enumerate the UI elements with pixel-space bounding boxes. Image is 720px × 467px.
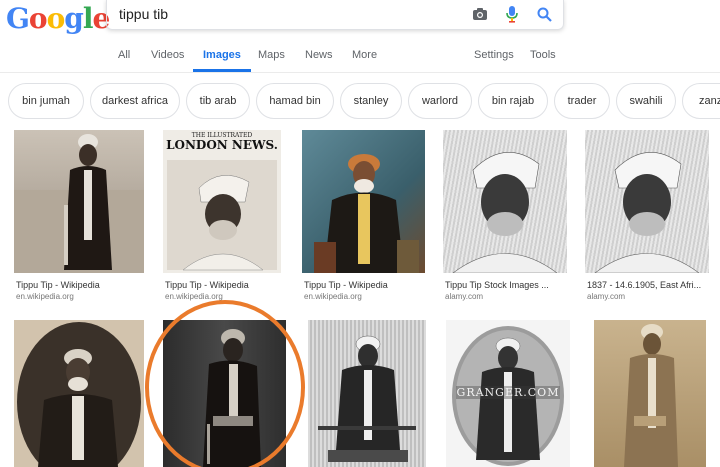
chip[interactable]: bin rajab bbox=[478, 83, 548, 119]
watermark: GRANGER.COM bbox=[456, 386, 560, 399]
image-result[interactable]: Tippu Tip Stock Images ... alamy.com bbox=[443, 130, 567, 305]
tab-videos[interactable]: Videos bbox=[151, 49, 184, 69]
search-tabs: All Videos Images Maps News More Setting… bbox=[0, 44, 720, 73]
image-result[interactable]: Tippu Tip - Wikipedia en.wikipedia.org bbox=[14, 130, 144, 305]
chip[interactable]: darkest africa bbox=[90, 83, 180, 119]
image-result[interactable] bbox=[594, 320, 706, 467]
result-thumbnail[interactable] bbox=[443, 130, 567, 273]
result-title[interactable]: Tippu Tip - Wikipedia bbox=[304, 280, 388, 290]
result-thumbnail[interactable] bbox=[594, 320, 706, 467]
image-result[interactable]: Tippu Tip - Wikipedia en.wikipedia.org bbox=[302, 130, 425, 305]
tab-news[interactable]: News bbox=[305, 49, 333, 69]
result-thumbnail[interactable] bbox=[302, 130, 425, 273]
result-title[interactable]: Tippu Tip - Wikipedia bbox=[165, 280, 249, 290]
tab-all[interactable]: All bbox=[118, 49, 130, 69]
result-title[interactable]: 1837 - 14.6.1905, East Afri... bbox=[587, 280, 701, 290]
tab-maps[interactable]: Maps bbox=[258, 49, 285, 69]
image-result[interactable] bbox=[14, 320, 144, 467]
image-result[interactable]: GRANGER.COM bbox=[446, 320, 570, 467]
header: Google tippu tib All Videos Images Maps … bbox=[0, 0, 720, 73]
result-thumbnail[interactable] bbox=[308, 320, 426, 467]
chip[interactable]: hamad bin bbox=[256, 83, 334, 119]
result-thumbnail[interactable]: GRANGER.COM bbox=[446, 320, 570, 467]
image-result[interactable] bbox=[163, 320, 286, 467]
microphone-icon[interactable] bbox=[503, 5, 521, 23]
search-icon[interactable] bbox=[535, 5, 553, 23]
chip[interactable]: tib arab bbox=[186, 83, 250, 119]
result-source: alamy.com bbox=[445, 292, 484, 301]
image-result[interactable]: THE ILLUSTRATED LONDON NEWS. Tippu Tip -… bbox=[163, 130, 281, 305]
chip[interactable]: warlord bbox=[408, 83, 472, 119]
image-result[interactable]: 1837 - 14.6.1905, East Afri... alamy.com bbox=[585, 130, 709, 305]
chip[interactable]: swahili bbox=[616, 83, 676, 119]
result-thumbnail[interactable] bbox=[14, 130, 144, 273]
chip[interactable]: stanley bbox=[340, 83, 402, 119]
result-thumbnail[interactable] bbox=[163, 320, 286, 467]
search-input[interactable]: tippu tib bbox=[119, 6, 168, 22]
tab-images[interactable]: Images bbox=[193, 49, 251, 72]
chip[interactable]: bin jumah bbox=[8, 83, 84, 119]
result-title[interactable]: Tippu Tip - Wikipedia bbox=[16, 280, 100, 290]
result-source: alamy.com bbox=[587, 292, 626, 301]
tab-settings[interactable]: Settings bbox=[474, 49, 514, 69]
camera-icon[interactable] bbox=[471, 5, 489, 23]
result-thumbnail[interactable] bbox=[14, 320, 144, 467]
google-logo[interactable]: Google bbox=[6, 2, 110, 35]
tab-more[interactable]: More bbox=[352, 49, 377, 69]
chip[interactable]: trader bbox=[554, 83, 610, 119]
chip[interactable]: zanzi bbox=[682, 83, 720, 119]
image-result[interactable] bbox=[308, 320, 426, 467]
search-box[interactable]: tippu tib bbox=[106, 0, 564, 30]
result-thumbnail[interactable]: THE ILLUSTRATED LONDON NEWS. bbox=[163, 130, 281, 273]
result-source: en.wikipedia.org bbox=[165, 292, 223, 301]
result-source: en.wikipedia.org bbox=[304, 292, 362, 301]
related-search-chips: bin jumah darkest africa tib arab hamad … bbox=[0, 83, 720, 121]
result-thumbnail[interactable] bbox=[585, 130, 709, 273]
result-source: en.wikipedia.org bbox=[16, 292, 74, 301]
tab-tools[interactable]: Tools bbox=[530, 49, 556, 69]
result-title[interactable]: Tippu Tip Stock Images ... bbox=[445, 280, 549, 290]
